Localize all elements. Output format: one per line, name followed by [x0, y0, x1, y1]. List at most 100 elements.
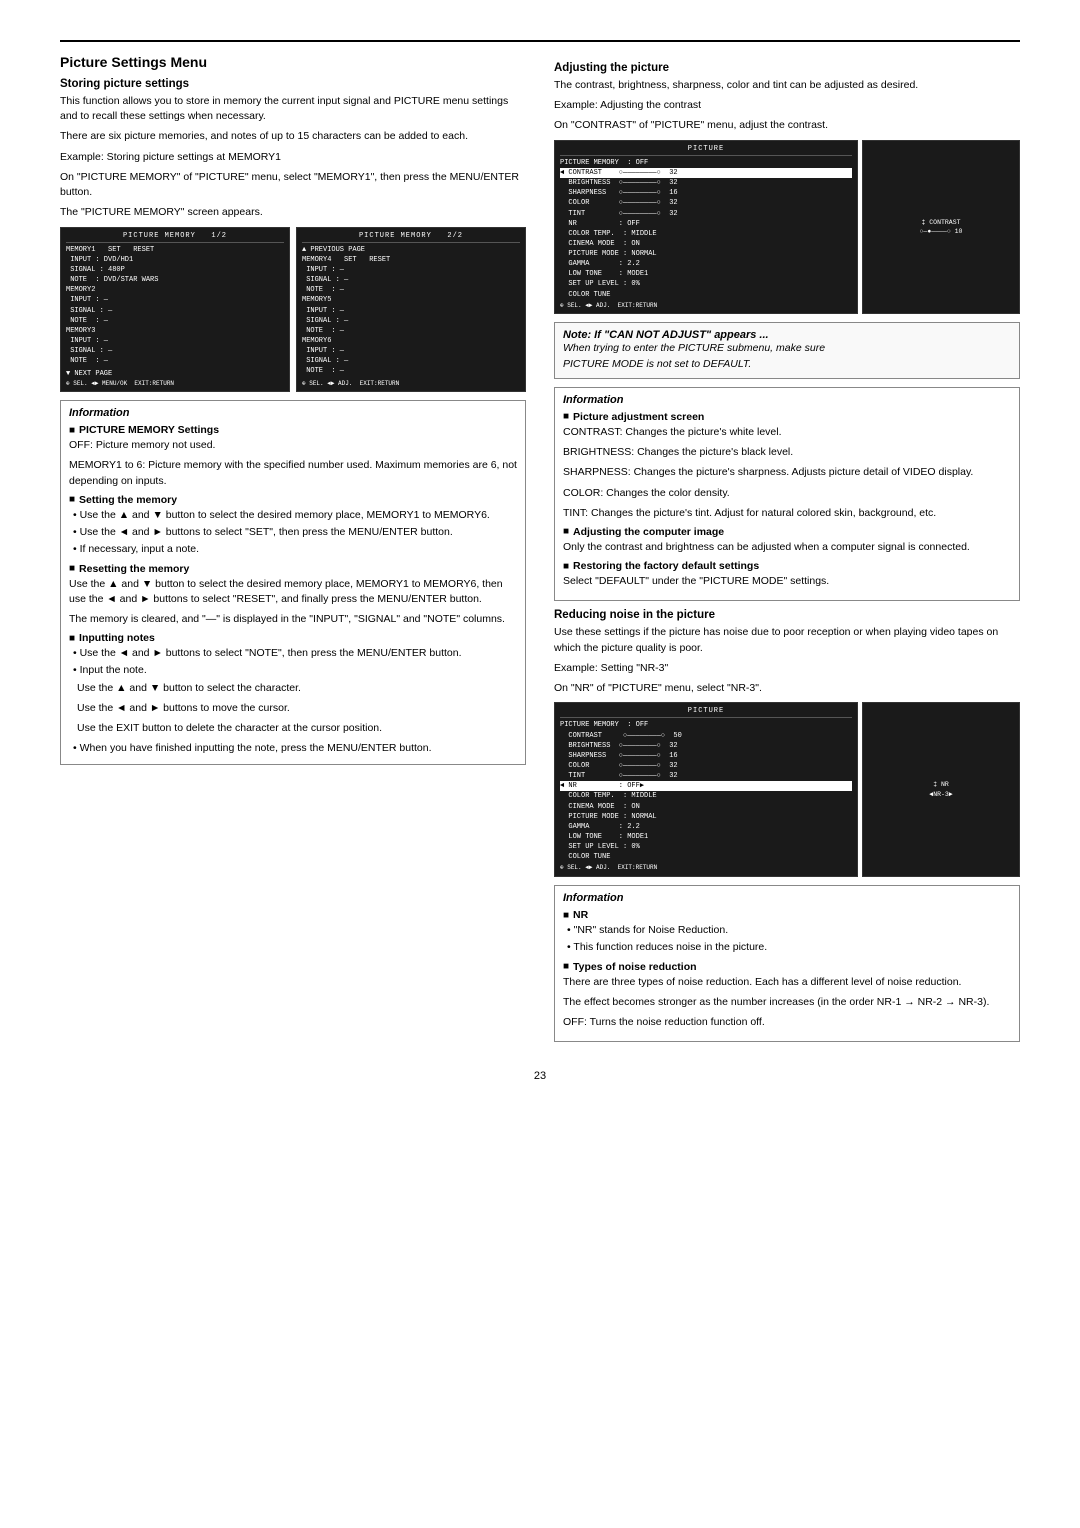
- nr-r2: CONTRAST ○————————○ 50: [560, 731, 852, 741]
- contrast-desc: CONTRAST: Changes the picture's white le…: [563, 425, 1011, 440]
- nr-r14: COLOR TUNE: [560, 852, 852, 862]
- computer-image-head: Adjusting the computer image: [563, 526, 1011, 538]
- note-body-line1: When trying to enter the PICTURE submenu…: [563, 341, 1011, 356]
- reducing-example: Example: Setting "NR-3": [554, 661, 1020, 676]
- picture-screen-title: PICTURE: [560, 144, 852, 156]
- memory-s1-r12: NOTE : —: [66, 356, 284, 366]
- picture-adj-head: Picture adjustment screen: [563, 411, 1011, 423]
- memory-s1-nav: ▼ NEXT PAGE: [66, 369, 284, 379]
- nr-r4: SHARPNESS ○————————○ 16: [560, 751, 852, 761]
- memory-s2-r5: MEMORY5: [302, 295, 520, 305]
- memory-s1-r9: MEMORY3: [66, 326, 284, 336]
- section-title: Picture Settings Menu: [60, 54, 526, 70]
- info-box-right-title: Information: [563, 394, 1011, 406]
- info-box-nr-title: Information: [563, 892, 1011, 904]
- adjusting-p1: The contrast, brightness, sharpness, col…: [554, 78, 1020, 93]
- memory-s1-r4: NOTE : DVD/STAR WARS: [66, 275, 284, 285]
- nr-bullet-2: This function reduces noise in the pictu…: [563, 940, 1011, 955]
- ps-r1: PICTURE MEMORY : OFF: [560, 158, 852, 168]
- adjusting-title: Adjusting the picture: [554, 62, 1020, 74]
- memory-s2-footer: ⊕ SEL. ◄► ADJ. EXIT:RETURN: [302, 380, 520, 389]
- storing-p1: This function allows you to store in mem…: [60, 94, 526, 124]
- nr-r5: COLOR ○————————○ 32: [560, 761, 852, 771]
- info-box-left: Information PICTURE MEMORY Settings OFF:…: [60, 400, 526, 765]
- memory-s1-r7: SIGNAL : —: [66, 306, 284, 316]
- nr-screen: PICTURE PICTURE MEMORY : OFF CONTRAST ○—…: [554, 702, 858, 877]
- memory-s1-r6: INPUT : —: [66, 295, 284, 305]
- page-container: Picture Settings Menu Storing picture se…: [60, 40, 1020, 1082]
- nr-r12: LOW TONE : MODE1: [560, 832, 852, 842]
- memory-s1-r2: INPUT : DVD/HD1: [66, 255, 284, 265]
- nr-r13: SET UP LEVEL : 0%: [560, 842, 852, 852]
- picture-memory-head: PICTURE MEMORY Settings: [69, 424, 517, 436]
- storing-p4: The "PICTURE MEMORY" screen appears.: [60, 205, 526, 220]
- nr-screen-area: PICTURE PICTURE MEMORY : OFF CONTRAST ○—…: [554, 702, 1020, 877]
- reducing-p2: On "NR" of "PICTURE" menu, select "NR-3"…: [554, 681, 1020, 696]
- storing-p3: On "PICTURE MEMORY" of "PICTURE" menu, s…: [60, 170, 526, 200]
- memory-s1-r1: MEMORY1 SET RESET: [66, 245, 284, 255]
- inputting-head: Inputting notes: [69, 632, 517, 644]
- nr-screen-title: PICTURE: [560, 706, 852, 718]
- ps-r14: COLOR TUNE: [560, 290, 852, 300]
- nr-side-screen: ‡ NR◄NR-3►: [862, 702, 1020, 877]
- left-column: Picture Settings Menu Storing picture se…: [60, 54, 526, 1050]
- note-box: Note: If "CAN NOT ADJUST" appears ... Wh…: [554, 322, 1020, 378]
- memory-label: MEMORY1 to 6: Picture memory with the sp…: [69, 458, 517, 488]
- right-column: Adjusting the picture The contrast, brig…: [554, 54, 1020, 1050]
- memory-s2-r2: INPUT : —: [302, 265, 520, 275]
- adjusting-p2: On "CONTRAST" of "PICTURE" menu, adjust …: [554, 118, 1020, 133]
- resetting-head: Resetting the memory: [69, 563, 517, 575]
- nr-r10: PICTURE MODE : NORMAL: [560, 812, 852, 822]
- ps-r12: LOW TONE : MODE1: [560, 269, 852, 279]
- resetting-p1: Use the ▲ and ▼ button to select the des…: [69, 577, 517, 607]
- note-keyword: Note: If "CAN NOT ADJUST" appears ...: [563, 329, 769, 341]
- memory-s2-r1: MEMORY4 SET RESET: [302, 255, 520, 265]
- nr-side-label: ‡ NR◄NR-3►: [929, 780, 952, 799]
- memory-s1-r3: SIGNAL : 480P: [66, 265, 284, 275]
- ps-r2: ◄ CONTRAST ○————————○ 32: [560, 168, 852, 178]
- types-head: Types of noise reduction: [563, 961, 1011, 973]
- ps-footer: ⊕ SEL. ◄► ADJ. EXIT:RETURN: [560, 302, 852, 311]
- setting-bullet-1: Use the ▲ and ▼ button to select the des…: [69, 508, 517, 523]
- reducing-title: Reducing noise in the picture: [554, 609, 1020, 621]
- resetting-p2: The memory is cleared, and "—" is displa…: [69, 612, 517, 627]
- inputting-bullet-3: When you have finished inputting the not…: [69, 741, 517, 756]
- computer-image-p: Only the contrast and brightness can be …: [563, 540, 1011, 555]
- memory-s1-r10: INPUT : —: [66, 336, 284, 346]
- memory-s2-prev: ▲ PREVIOUS PAGE: [302, 245, 520, 255]
- nr-bullet-1: "NR" stands for Noise Reduction.: [563, 923, 1011, 938]
- nr-r1: PICTURE MEMORY : OFF: [560, 720, 852, 730]
- note-title: Note: If "CAN NOT ADJUST" appears ...: [563, 329, 1011, 341]
- contrast-side-screen: ‡ CONTRAST○—●————○ 10: [862, 140, 1020, 315]
- setting-bullet-3: If necessary, input a note.: [69, 542, 517, 557]
- info-box-nr: Information NR "NR" stands for Noise Red…: [554, 885, 1020, 1042]
- inputting-bullet-1: Use the ◄ and ► buttons to select "NOTE"…: [69, 646, 517, 661]
- memory-s2-r3: SIGNAL : —: [302, 275, 520, 285]
- types-p2: The effect becomes stronger as the numbe…: [563, 995, 1011, 1010]
- ps-r10: PICTURE MODE : NORMAL: [560, 249, 852, 259]
- info-box-right: Information Picture adjustment screen CO…: [554, 387, 1020, 602]
- nr-head: NR: [563, 909, 1011, 921]
- nr-r8: COLOR TEMP. : MIDDLE: [560, 791, 852, 801]
- ps-r13: SET UP LEVEL : 0%: [560, 279, 852, 289]
- ps-r4: SHARPNESS ○————————○ 16: [560, 188, 852, 198]
- memory-s2-r7: SIGNAL : —: [302, 316, 520, 326]
- ps-r5: COLOR ○————————○ 32: [560, 198, 852, 208]
- tint-desc: TINT: Changes the picture's tint. Adjust…: [563, 506, 1011, 521]
- two-column-layout: Picture Settings Menu Storing picture se…: [60, 54, 1020, 1050]
- factory-head: Restoring the factory default settings: [563, 560, 1011, 572]
- nr-r7: ◄ NR : OFF▶: [560, 781, 852, 791]
- adjusting-example: Example: Adjusting the contrast: [554, 98, 1020, 113]
- memory-s2-r9: MEMORY6: [302, 336, 520, 346]
- ps-r7: NR : OFF: [560, 219, 852, 229]
- memory-screen-1: PICTURE MEMORY 1/2 MEMORY1 SET RESET INP…: [60, 227, 290, 393]
- types-p1: There are three types of noise reduction…: [563, 975, 1011, 990]
- ps-r11: GAMMA : 2.2: [560, 259, 852, 269]
- types-p3: OFF: Turns the noise reduction function …: [563, 1015, 1011, 1030]
- storing-title: Storing picture settings: [60, 78, 526, 90]
- memory-s1-r5: MEMORY2: [66, 285, 284, 295]
- memory-s2-r4: NOTE : —: [302, 285, 520, 295]
- memory-s2-r6: INPUT : —: [302, 306, 520, 316]
- nr-footer: ⊕ SEL. ◄► ADJ. EXIT:RETURN: [560, 864, 852, 873]
- nr-r6: TINT ○————————○ 32: [560, 771, 852, 781]
